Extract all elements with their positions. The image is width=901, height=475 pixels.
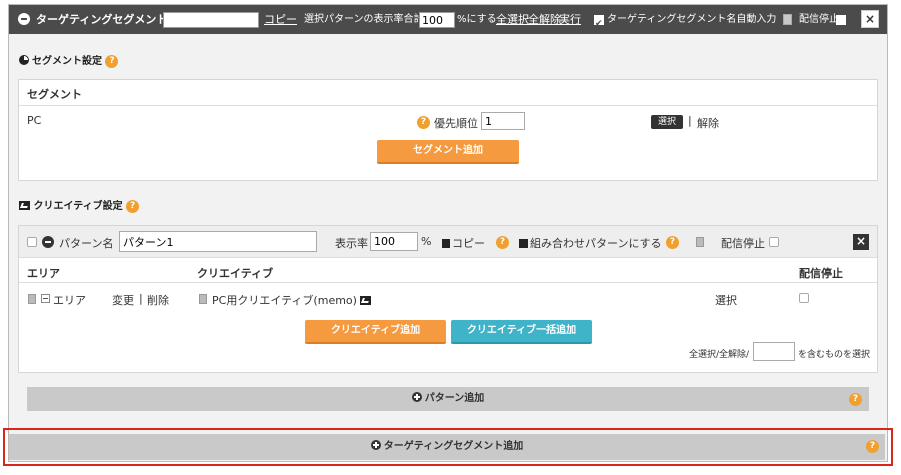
help-icon[interactable]: ? — [496, 236, 509, 249]
remove-area-link[interactable]: 削除 — [147, 292, 169, 308]
pattern-stop-checkbox[interactable] — [769, 237, 779, 247]
image-icon[interactable] — [360, 296, 372, 305]
grid-icon — [519, 239, 528, 248]
separator: | — [139, 292, 143, 305]
creative-name: PC用クリエイティブ(memo) — [212, 292, 372, 308]
combine-pattern-text: 組み合わせパターンにする — [530, 237, 662, 250]
close-button[interactable]: × — [861, 10, 879, 28]
document-icon — [199, 294, 207, 304]
segment-settings-title: セグメント設定 ? — [19, 52, 119, 68]
help-icon[interactable]: ? — [866, 440, 879, 453]
divider — [19, 282, 877, 283]
copy-pattern-link[interactable]: コピー — [442, 235, 485, 251]
add-creative-button[interactable]: クリエイティブ追加 — [305, 320, 446, 344]
creative-column-header: クリエイティブ — [197, 267, 274, 280]
execute-link[interactable]: 実行 — [559, 5, 581, 34]
rate-unit: % — [421, 235, 432, 248]
auto-input-checkbox[interactable] — [594, 10, 604, 39]
auto-input-label: ターゲティングセグメント名自動入力 — [607, 14, 777, 25]
document-icon — [696, 237, 704, 247]
priority-input[interactable] — [481, 112, 525, 130]
segment-box: セグメント PC ? 優先順位 選択 | 解除 セグメント追加 — [18, 79, 878, 181]
add-pattern-text: パターン追加 — [424, 393, 485, 404]
targeting-segment-panel: ターゲティングセグメント名 コピー 選択パターンの表示率合計を %にする 全選択… — [8, 4, 888, 462]
filter-label[interactable]: 全選択/全解除/ — [689, 347, 749, 360]
panel-header: ターゲティングセグメント名 コピー 選択パターンの表示率合計を %にする 全選択… — [9, 5, 887, 39]
stop-column-header: 配信停止 — [799, 267, 843, 280]
filter-input[interactable] — [753, 342, 795, 361]
remove-pattern-button[interactable]: × — [853, 234, 869, 250]
pattern-box: パターン名 表示率 % コピー ? 組み合わせパターンにする ? 配信停止 × … — [18, 225, 878, 373]
divider — [19, 105, 877, 106]
add-targeting-segment-text: ターゲティングセグメント追加 — [383, 441, 524, 452]
creative-settings-title-text: クリエイティブ設定 — [33, 201, 123, 212]
creative-stop-checkbox[interactable] — [799, 293, 809, 303]
collapse-icon[interactable] — [18, 13, 30, 25]
add-targeting-segment-button[interactable]: ターゲティングセグメント追加 — [9, 434, 885, 460]
copy-link[interactable]: コピー — [264, 5, 297, 34]
help-icon[interactable]: ? — [417, 116, 430, 129]
area-column-header: エリア — [27, 267, 60, 280]
pattern-name-input[interactable] — [119, 231, 317, 252]
creative-name-text: PC用クリエイティブ(memo) — [212, 294, 357, 307]
stop-label: 配信停止 — [799, 14, 839, 25]
remove-link[interactable]: 解除 — [697, 115, 719, 131]
filter-suffix: を含むものを選択 — [798, 350, 871, 360]
area-name: エリア — [53, 294, 86, 307]
priority-label: 優先順位 — [434, 117, 478, 130]
pattern-checkbox[interactable] — [27, 237, 37, 247]
pattern-name-label: パターン名 — [59, 237, 114, 250]
add-pattern-button[interactable]: パターン追加 — [27, 387, 869, 411]
rate-label: 表示率 — [335, 237, 368, 250]
collapse-small-icon[interactable] — [41, 294, 50, 303]
creative-settings-title: クリエイティブ設定 ? — [19, 197, 140, 213]
bulk-add-creative-button[interactable]: クリエイティブ一括追加 — [451, 320, 592, 344]
pie-chart-icon — [19, 55, 29, 65]
plus-icon — [411, 392, 422, 402]
combine-pattern-link[interactable]: 組み合わせパターンにする — [519, 235, 662, 251]
plus-icon — [370, 440, 381, 450]
segment-name-label: ターゲティングセグメント名 — [36, 13, 179, 26]
copy-icon — [442, 239, 450, 248]
separator: | — [688, 114, 692, 127]
help-icon[interactable]: ? — [105, 54, 119, 68]
segment-name-input[interactable] — [163, 12, 259, 28]
segment-box-title: セグメント — [27, 88, 82, 101]
segment-settings-title-text: セグメント設定 — [32, 56, 102, 67]
document-icon — [28, 294, 36, 304]
total-rate-unit: %にする — [457, 14, 497, 25]
document-icon — [783, 14, 792, 25]
total-rate-input[interactable] — [419, 12, 455, 28]
select-all-link[interactable]: 全選択 — [496, 5, 529, 34]
collapse-pattern-icon[interactable] — [42, 236, 54, 248]
select-button[interactable]: 選択 — [651, 115, 683, 129]
help-icon[interactable]: ? — [126, 199, 140, 213]
copy-pattern-text: コピー — [452, 237, 485, 250]
image-icon — [19, 201, 30, 210]
segment-row-name: PC — [27, 114, 42, 127]
rate-input[interactable] — [370, 232, 418, 251]
pattern-stop-label: 配信停止 — [721, 237, 765, 250]
total-rate-label: 選択パターンの表示率合計を — [304, 14, 434, 25]
stop-checkbox[interactable] — [836, 15, 846, 25]
help-icon[interactable]: ? — [666, 236, 679, 249]
help-icon[interactable]: ? — [849, 393, 862, 406]
add-segment-button[interactable]: セグメント追加 — [377, 140, 519, 164]
deselect-all-link[interactable]: 全解除 — [528, 5, 561, 34]
select-creative-link[interactable]: 選択 — [715, 292, 737, 308]
change-link[interactable]: 変更 — [112, 292, 134, 308]
